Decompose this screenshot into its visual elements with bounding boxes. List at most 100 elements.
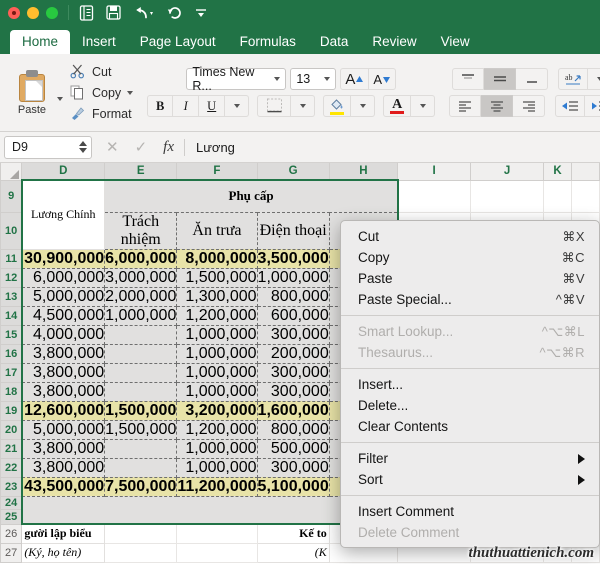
menu-item-sort[interactable]: Sort (341, 469, 599, 490)
cell-D22[interactable]: 3,800,000 (21, 457, 106, 478)
cell-E24[interactable] (104, 496, 177, 509)
cell-E15[interactable] (104, 324, 178, 345)
row-header-24[interactable]: 24 (0, 495, 23, 510)
tab-formulas[interactable]: Formulas (228, 30, 308, 55)
cell-F11[interactable]: 8,000,000 (176, 248, 258, 269)
select-all-corner[interactable] (0, 163, 23, 181)
cell-D9[interactable]: Lương Chính (21, 179, 106, 250)
cell-E14[interactable]: 1,000,000 (104, 305, 178, 326)
cell-D26[interactable]: gười lập biểu (21, 523, 106, 544)
row-header-11[interactable]: 11 (0, 248, 23, 269)
redo-icon[interactable] (167, 5, 182, 20)
cell-E23[interactable]: 7,500,000 (104, 476, 178, 497)
column-header-J[interactable]: J (470, 163, 544, 181)
menu-item-filter[interactable]: Filter (341, 448, 599, 469)
cut-button[interactable]: Cut (69, 63, 133, 80)
align-top-button[interactable] (452, 68, 485, 90)
decrease-font-size-button[interactable]: A (369, 68, 397, 90)
font-size-select[interactable]: 13 (290, 68, 337, 90)
align-right-button[interactable] (513, 95, 546, 117)
maximize-window-button[interactable] (46, 6, 58, 19)
menu-item-paste-special[interactable]: Paste Special... ^⌘V (341, 289, 599, 310)
cell-E17[interactable] (104, 362, 178, 383)
cell-D16[interactable]: 3,800,000 (21, 343, 106, 364)
align-left-button[interactable] (449, 95, 482, 117)
cell-F13[interactable]: 1,300,000 (176, 286, 258, 307)
align-bottom-button[interactable] (516, 68, 549, 90)
column-header-E[interactable]: E (104, 163, 178, 181)
cell-G17[interactable]: 300,000 (256, 362, 330, 383)
font-color-button[interactable]: A (383, 95, 412, 117)
cell-G10[interactable]: Điện thoại (256, 211, 330, 250)
font-family-select[interactable]: Times New R... (186, 65, 287, 93)
cell-D27[interactable]: (Ký, họ tên) (21, 542, 106, 563)
column-header-D[interactable]: D (21, 163, 106, 181)
text-orientation-button[interactable]: ab (558, 68, 589, 90)
increase-font-size-button[interactable]: A (340, 68, 370, 90)
row-header-13[interactable]: 13 (0, 286, 23, 307)
column-header-F[interactable]: F (176, 163, 258, 181)
row-header-10[interactable]: 10 (0, 211, 23, 250)
row-header-14[interactable]: 14 (0, 305, 23, 326)
cell-D11[interactable]: 30,900,000 (21, 248, 106, 269)
tab-insert[interactable]: Insert (70, 30, 128, 55)
cell-E18[interactable] (104, 381, 178, 402)
paste-dropdown-icon[interactable] (57, 96, 63, 101)
tab-view[interactable]: View (429, 30, 482, 55)
column-header-I[interactable]: I (397, 163, 472, 181)
column-header-K[interactable]: K (542, 163, 573, 181)
underline-button[interactable]: U (199, 95, 226, 117)
cell-D19[interactable]: 12,600,000 (21, 400, 106, 421)
menu-item-insert[interactable]: Insert... (341, 374, 599, 395)
bold-button[interactable]: B (147, 95, 174, 117)
more-commands-icon[interactable] (194, 7, 208, 19)
cell-F20[interactable]: 1,200,000 (176, 419, 258, 440)
close-window-button[interactable] (8, 6, 20, 19)
cell-G26[interactable]: Kế to (256, 523, 330, 544)
save-icon[interactable] (106, 5, 121, 20)
fill-color-dropdown-button[interactable] (351, 95, 376, 117)
text-orientation-dropdown-button[interactable] (588, 68, 600, 90)
cell-E25[interactable] (104, 509, 177, 524)
underline-dropdown-button[interactable] (225, 95, 250, 117)
paste-button[interactable]: Paste (9, 69, 55, 116)
new-document-icon[interactable] (79, 4, 94, 21)
cell-G16[interactable]: 200,000 (256, 343, 330, 364)
column-header-extra[interactable] (571, 163, 600, 181)
align-center-button[interactable] (481, 95, 514, 117)
format-painter-button[interactable]: Format (69, 105, 133, 122)
cell-F24[interactable] (176, 496, 258, 509)
cell-D18[interactable]: 3,800,000 (21, 381, 106, 402)
menu-item-clear-contents[interactable]: Clear Contents (341, 416, 599, 437)
insert-function-icon[interactable]: fx (163, 139, 174, 156)
fill-color-button[interactable] (323, 95, 352, 117)
increase-indent-button[interactable] (585, 95, 600, 117)
tab-page-layout[interactable]: Page Layout (128, 30, 228, 55)
cell-F12[interactable]: 1,500,000 (176, 267, 258, 288)
name-box-spinner[interactable] (79, 141, 87, 153)
row-header-20[interactable]: 20 (0, 419, 23, 440)
copy-button[interactable]: Copy (69, 84, 134, 101)
cell-D12[interactable]: 6,000,000 (21, 267, 106, 288)
row-header-9[interactable]: 9 (0, 179, 23, 213)
cell-G18[interactable]: 300,000 (256, 381, 330, 402)
decrease-indent-button[interactable] (555, 95, 586, 117)
cell-G13[interactable]: 800,000 (256, 286, 330, 307)
row-header-18[interactable]: 18 (0, 381, 23, 402)
cell-F21[interactable]: 1,000,000 (176, 438, 258, 459)
cell-E27[interactable] (104, 542, 178, 563)
cell-D15[interactable]: 4,000,000 (21, 324, 106, 345)
cell-D21[interactable]: 3,800,000 (21, 438, 106, 459)
cell-E22[interactable] (104, 457, 178, 478)
cell-D13[interactable]: 5,000,000 (21, 286, 106, 307)
row-header-15[interactable]: 15 (0, 324, 23, 345)
cell-E21[interactable] (104, 438, 178, 459)
confirm-icon[interactable]: ✓ (135, 138, 148, 156)
tab-review[interactable]: Review (360, 30, 428, 55)
column-header-H[interactable]: H (328, 163, 399, 181)
align-middle-button[interactable] (484, 68, 517, 90)
cell-E10[interactable]: Trách nhiệm (104, 211, 178, 250)
row-header-12[interactable]: 12 (0, 267, 23, 288)
cell-G19[interactable]: 1,600,000 (256, 400, 330, 421)
cell-G24[interactable] (257, 496, 330, 509)
